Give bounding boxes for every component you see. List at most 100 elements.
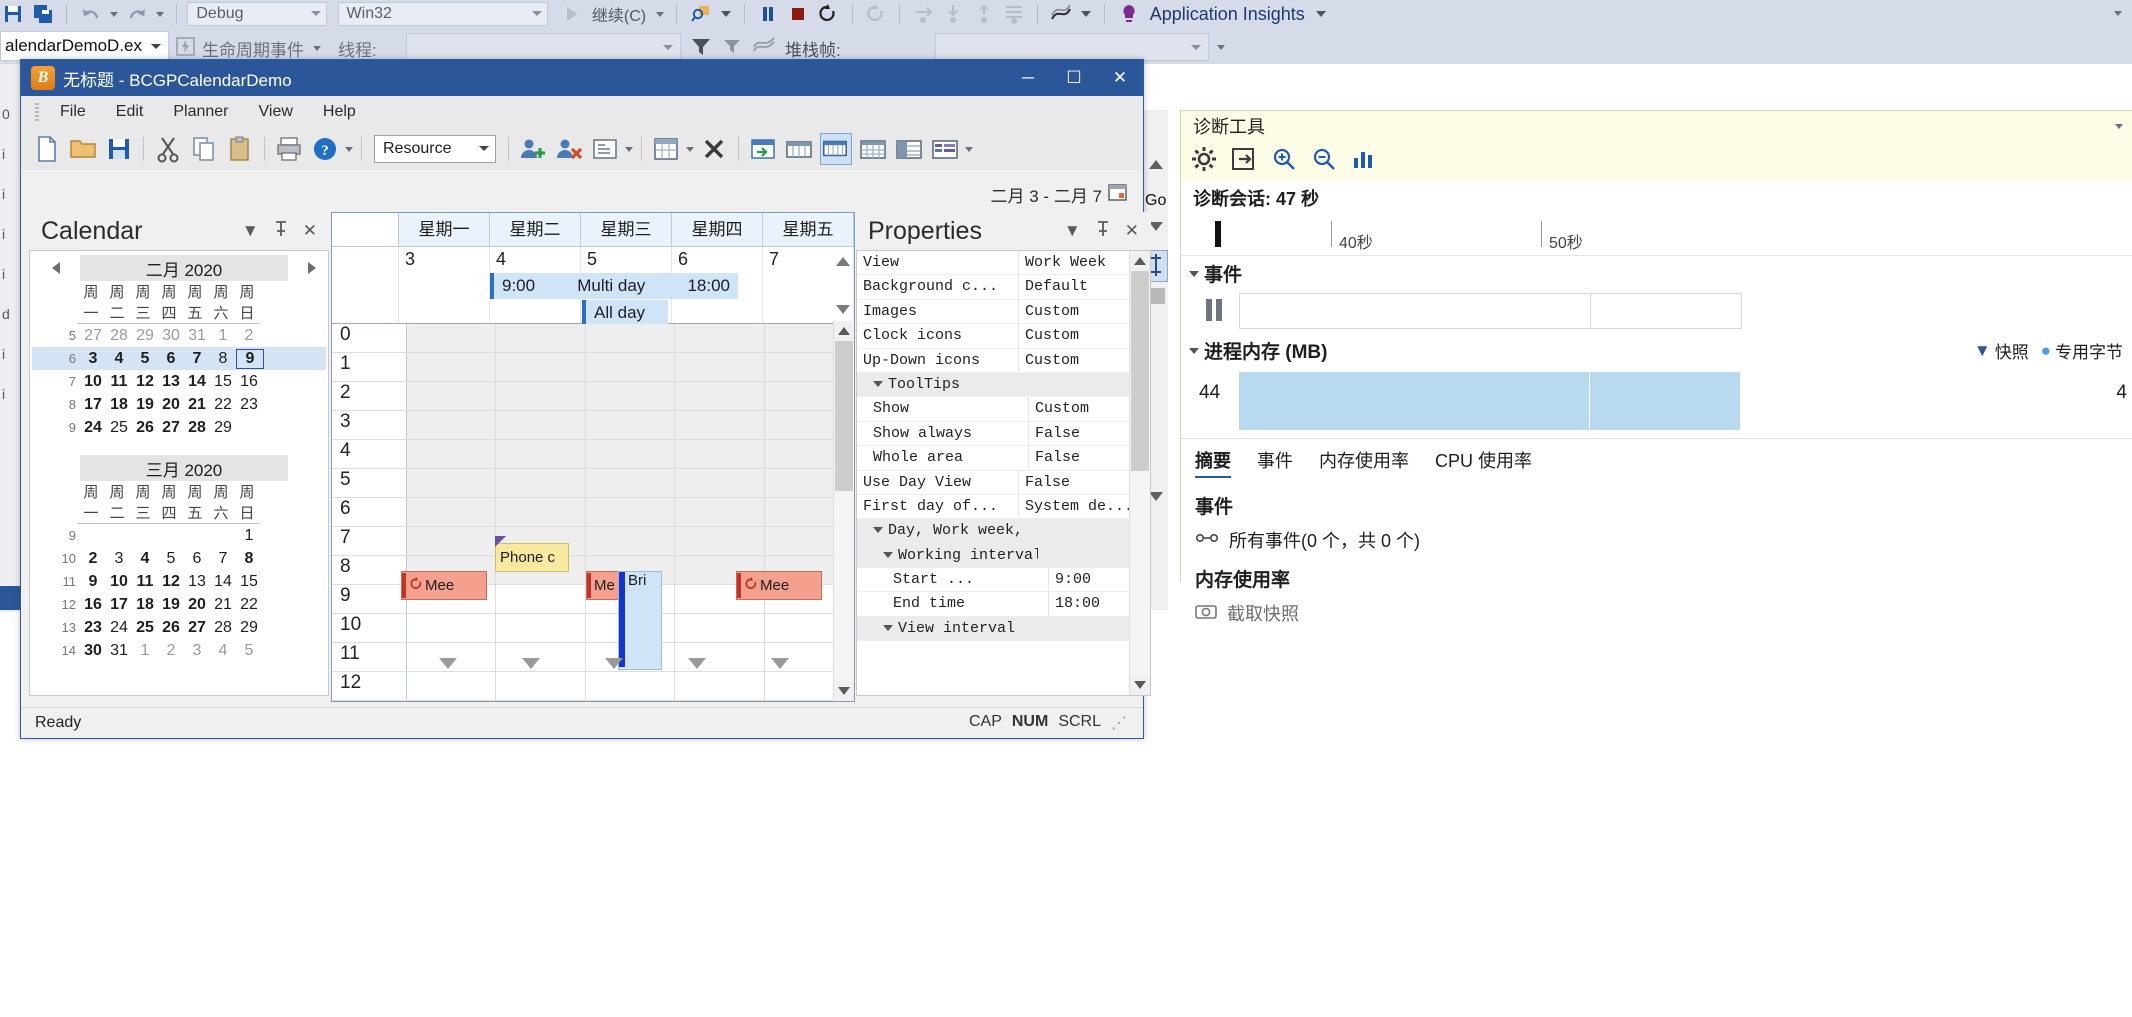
mini-calendar-day[interactable]: 18: [132, 596, 158, 614]
time-cell[interactable]: [585, 672, 676, 700]
threads-squiggle-icon[interactable]: [752, 36, 776, 61]
refresh-icon[interactable]: [865, 3, 887, 25]
mini-calendar-march[interactable]: 三月 2020 周一 周二 周三 周四 周五 周六 周日 9 1 10 2 3 4 5 6 7 8…: [30, 451, 328, 662]
copy-icon[interactable]: [189, 134, 219, 164]
mini-calendar-day[interactable]: 7: [184, 350, 210, 368]
time-cell[interactable]: [496, 469, 586, 497]
step-over-icon[interactable]: [912, 3, 934, 25]
time-row[interactable]: 0: [332, 324, 854, 353]
scrollbar-up-arrow-icon[interactable]: [1149, 160, 1163, 169]
appointment-meeting-friday[interactable]: Mee: [736, 571, 822, 600]
time-row[interactable]: 6: [332, 498, 854, 527]
property-category-row[interactable]: Day, Work week, Multi...: [857, 519, 1150, 544]
time-cell[interactable]: [675, 411, 765, 439]
time-cell[interactable]: [407, 440, 497, 468]
properties-grid[interactable]: View Work Week Background c... Default Image…: [856, 250, 1151, 696]
chart-icon[interactable]: [1351, 146, 1377, 176]
expand-triangle-icon[interactable]: [883, 551, 893, 558]
time-cell[interactable]: [585, 382, 676, 410]
property-row[interactable]: Show always False: [857, 421, 1150, 447]
mini-calendar-day[interactable]: 22: [210, 396, 236, 414]
time-row[interactable]: 10: [332, 614, 854, 643]
allday-col-monday[interactable]: 3: [399, 247, 490, 323]
allday-scroll-down-icon[interactable]: [836, 305, 850, 314]
time-row[interactable]: 12: [332, 672, 854, 701]
goto-today-icon[interactable]: [748, 134, 778, 164]
mini-calendar-day[interactable]: 22: [236, 596, 262, 614]
mini-calendar-day[interactable]: 12: [158, 573, 184, 591]
lightbulb-icon[interactable]: [1118, 3, 1140, 25]
time-cell[interactable]: [407, 469, 497, 497]
export-icon[interactable]: [1231, 146, 1257, 176]
more-appointments-icon[interactable]: [771, 658, 789, 669]
planner-grid[interactable]: 星期一 星期二 星期三 星期四 星期五 3 4 5 6 7 9:00 Multi…: [331, 212, 855, 702]
time-cell[interactable]: [585, 353, 676, 381]
mini-calendar-week-row[interactable]: 8 17 18 19 20 21 22 23: [32, 393, 326, 416]
mini-calendar-day[interactable]: 4: [106, 350, 132, 368]
mini-calendar-day[interactable]: 31: [106, 642, 132, 660]
mini-calendar-day[interactable]: 27: [184, 619, 210, 637]
toolbar2-overflow-icon[interactable]: [1215, 38, 1227, 55]
time-cell[interactable]: [407, 672, 497, 700]
property-row[interactable]: Up-Down icons Custom: [857, 348, 1150, 373]
mini-calendar-day[interactable]: 15: [236, 573, 262, 591]
mini-calendar-day[interactable]: 25: [132, 619, 158, 637]
thread-combo[interactable]: [406, 33, 681, 61]
scroll-up-icon[interactable]: [834, 321, 854, 341]
filter-icon[interactable]: [690, 37, 712, 61]
process-combo-caret-icon[interactable]: [151, 44, 162, 49]
calendar-pane-close-icon[interactable]: ✕: [303, 221, 317, 241]
time-cell[interactable]: [675, 614, 765, 642]
mini-calendars-body[interactable]: 二月 2020 周一 周二 周三 周四 周五 周六 周日 5 27 28 29 30 31…: [29, 250, 329, 696]
redo-icon[interactable]: [126, 3, 148, 25]
save-icon[interactable]: [104, 134, 134, 164]
property-row[interactable]: Background c... Default: [857, 275, 1150, 300]
add-user-icon[interactable]: [518, 134, 548, 164]
mini-calendar-week-row[interactable]: 9 24 25 26 27 28 29: [32, 416, 326, 439]
undo-dropdown-icon[interactable]: [109, 11, 118, 17]
calendar-pane-dropdown-icon[interactable]: ▼: [242, 221, 259, 241]
mini-calendar-day[interactable]: 1: [132, 642, 158, 660]
scrollbar-down-arrow-icon[interactable]: [1149, 222, 1163, 231]
tab-events[interactable]: 事件: [1257, 447, 1293, 478]
time-cell[interactable]: [675, 353, 765, 381]
mini-calendar-day[interactable]: 24: [106, 619, 132, 637]
mini-calendar-day[interactable]: 29: [236, 619, 262, 637]
time-cell[interactable]: [675, 527, 765, 555]
open-icon[interactable]: [68, 134, 98, 164]
mini-calendar-week-row[interactable]: 7 10 11 12 13 14 15 16: [32, 370, 326, 393]
scroll-up-icon[interactable]: [1130, 251, 1150, 271]
mini-calendar-day[interactable]: 23: [236, 396, 262, 414]
mini-calendar-week-row[interactable]: 13 23 24 25 26 27 28 29: [32, 616, 326, 639]
property-row[interactable]: Clock icons Custom: [857, 324, 1150, 349]
properties-pane-dropdown-icon[interactable]: ▼: [1064, 221, 1081, 241]
menu-grip-icon[interactable]: [35, 103, 39, 121]
menu-item-file[interactable]: File: [45, 96, 101, 128]
work-week-view-icon[interactable]: [820, 133, 852, 165]
time-row[interactable]: 1: [332, 353, 854, 382]
mini-calendar-day[interactable]: 30: [158, 327, 184, 345]
mini-calendar-week-row[interactable]: 12 16 17 18 19 20 21 22: [32, 593, 326, 616]
calendar-pane-pin-icon[interactable]: [273, 220, 289, 243]
mini-calendar-day[interactable]: 14: [184, 373, 210, 391]
time-cell[interactable]: [496, 353, 586, 381]
time-cell[interactable]: [496, 498, 586, 526]
more-appointments-icon[interactable]: [605, 658, 623, 669]
mini-calendar-day[interactable]: 23: [80, 619, 106, 637]
print-icon[interactable]: [274, 134, 304, 164]
mini-calendar-week-row[interactable]: 11 9 10 11 12 13 14 15: [32, 570, 326, 593]
mini-calendar-day[interactable]: 21: [184, 396, 210, 414]
time-cell[interactable]: [496, 585, 586, 613]
mini-calendar-day[interactable]: 4: [132, 550, 158, 568]
week-view-icon[interactable]: [784, 134, 814, 164]
time-row[interactable]: 5: [332, 469, 854, 498]
scroll-down-icon[interactable]: [834, 681, 854, 701]
tab-memory-usage[interactable]: 内存使用率: [1319, 447, 1409, 478]
property-row[interactable]: Start ... 9:00: [857, 568, 1150, 593]
time-cell[interactable]: [496, 614, 586, 642]
property-row[interactable]: Whole area False: [857, 446, 1150, 471]
mini-calendar-day[interactable]: 11: [106, 373, 132, 391]
save-icon[interactable]: [2, 3, 24, 25]
mini-calendar-day[interactable]: 1: [236, 527, 262, 545]
paste-icon[interactable]: [225, 134, 255, 164]
